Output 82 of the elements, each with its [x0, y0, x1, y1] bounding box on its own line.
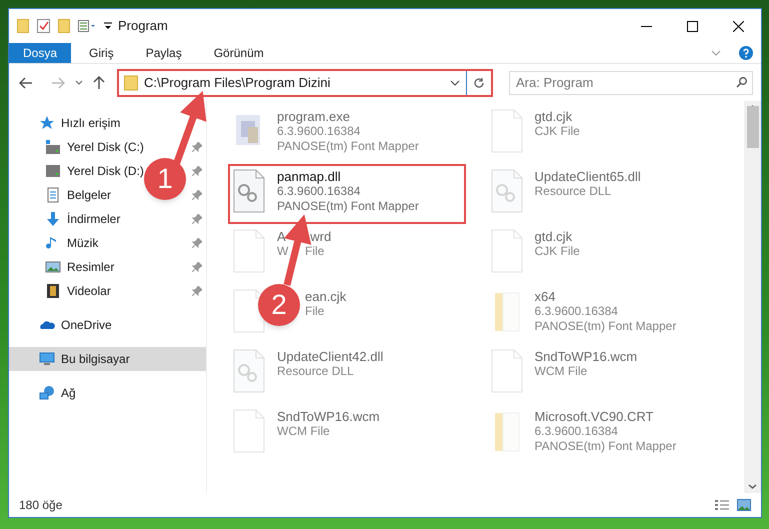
pin-icon[interactable]	[192, 166, 202, 176]
pin-icon[interactable]	[192, 214, 202, 224]
file-name[interactable]: gtd.cjk	[534, 229, 580, 244]
item-count: 180 öğe	[19, 497, 62, 514]
properties-icon[interactable]	[78, 20, 96, 32]
address-bar[interactable]: C:\Program Files\Program Dizini	[117, 68, 493, 96]
pin-icon[interactable]	[192, 142, 202, 152]
file-name[interactable]: panmap.dll	[277, 169, 419, 184]
forward-arrow-icon[interactable]	[51, 76, 65, 88]
document-icon	[45, 187, 61, 203]
search-field[interactable]: Ara: Program	[509, 70, 753, 94]
file-name[interactable]: UpdateClient42.dll	[277, 349, 384, 364]
folder-icon	[124, 74, 138, 90]
refresh-icon[interactable]	[473, 76, 485, 88]
pin-icon[interactable]	[192, 190, 202, 200]
file-name[interactable]: x64	[534, 289, 676, 304]
dropdown-caret-icon[interactable]	[75, 80, 83, 85]
file-name[interactable]: SndToWP16.wcm	[277, 409, 380, 424]
ribbon-tab[interactable]: Paylaş	[132, 43, 196, 63]
file-detail: W File	[277, 244, 326, 259]
sidebar-item[interactable]: İndirmeler	[67, 210, 120, 228]
sidebar-item[interactable]: Videolar	[67, 282, 111, 300]
back-arrow-icon[interactable]	[19, 76, 33, 88]
file-detail: WCM File	[534, 364, 588, 379]
file-detail: PANOSE(tm) Font Mapper	[534, 319, 676, 334]
drive-icon	[45, 163, 61, 179]
pin-icon[interactable]	[192, 262, 202, 272]
close-icon	[732, 20, 744, 32]
file-name[interactable]: A wrd	[277, 229, 332, 244]
down-arrow-icon	[45, 211, 61, 227]
pin-icon[interactable]	[192, 286, 202, 296]
file-detail: File	[305, 304, 326, 319]
sidebar-item[interactable]: Bu bilgisayar	[9, 347, 206, 371]
sidebar-item[interactable]: Hızlı erişim	[61, 114, 120, 132]
checklist-icon[interactable]	[37, 19, 50, 33]
pin-icon[interactable]	[192, 238, 202, 248]
file-name[interactable]: ean.cjk	[305, 289, 346, 304]
monitor-icon	[39, 351, 55, 367]
details-view-icon[interactable]	[715, 499, 729, 511]
sidebar-item[interactable]: Ağ	[61, 384, 76, 402]
maximize-icon	[686, 20, 698, 32]
sidebar-item[interactable]: Yerel Disk (C:)	[67, 138, 144, 156]
file-name[interactable]: gtd.cjk	[534, 109, 580, 124]
chevron-down-icon[interactable]	[748, 484, 757, 489]
file-detail: CJK File	[534, 244, 580, 259]
help-icon[interactable]	[739, 46, 753, 60]
address-path: C:\Program Files\Program Dizini	[144, 74, 332, 92]
search-icon[interactable]	[736, 77, 747, 88]
file-detail: 6.3.9600.16384	[277, 124, 362, 139]
window-title: Program	[118, 17, 168, 36]
scrollbar[interactable]	[744, 101, 761, 493]
sidebar-item[interactable]: Resimler	[67, 258, 114, 276]
drive-icon	[45, 139, 61, 155]
file-name[interactable]: program.exe	[277, 109, 419, 124]
file-name[interactable]: UpdateClient65.dll	[534, 169, 641, 184]
file-name[interactable]: Microsoft.VC90.CRT	[534, 409, 676, 424]
ribbon-tab[interactable]: Görünüm	[200, 43, 278, 63]
customize-toolbar-icon[interactable]	[104, 22, 112, 30]
picture-icon	[45, 259, 61, 275]
scrollbar-thumb[interactable]	[746, 106, 758, 148]
file-name[interactable]: SndToWP16.wcm	[534, 349, 638, 364]
large-icons-view-icon[interactable]	[737, 499, 751, 511]
file-detail: 6.3.9600.16384	[277, 184, 362, 199]
up-arrow-icon[interactable]	[93, 76, 105, 90]
file-detail: WCM File	[277, 424, 331, 439]
file-detail: PANOSE(tm) Font Mapper	[277, 139, 419, 154]
network-icon	[39, 385, 55, 401]
file-detail: 6.3.9600.16384	[534, 304, 619, 319]
film-icon	[45, 283, 61, 299]
chevron-down-icon[interactable]	[450, 80, 460, 86]
file-detail: Resource DLL	[277, 364, 355, 379]
file-detail: PANOSE(tm) Font Mapper	[534, 439, 676, 454]
file-detail: 6.3.9600.16384	[534, 424, 619, 439]
file-detail: CJK File	[534, 124, 580, 139]
file-detail: Resource DLL	[534, 184, 612, 199]
sidebar-item[interactable]: OneDrive	[61, 316, 112, 334]
sidebar-item[interactable]: Belgeler	[67, 186, 112, 204]
file-detail: PANOSE(tm) Font Mapper	[277, 199, 419, 214]
star-icon	[39, 115, 55, 131]
ribbon-tab[interactable]: Giriş	[75, 43, 128, 63]
sidebar-item[interactable]: Müzik	[67, 234, 98, 252]
sidebar-item[interactable]: Yerel Disk (D:)	[67, 162, 144, 180]
